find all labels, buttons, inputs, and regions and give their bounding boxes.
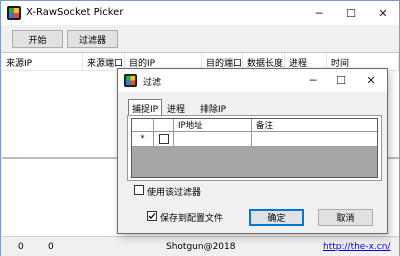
filter-dialog: 过滤 ─ ☐ ✕ 捕捉IP 进程 排除IP IP地址 备注 * 使用该过滤器 保… (117, 68, 388, 234)
app-icon (7, 6, 21, 20)
grid-header-ip[interactable]: IP地址 (174, 119, 252, 131)
new-row-marker: * (132, 132, 154, 146)
grid-row-check-cell (154, 132, 174, 146)
maximize-icon[interactable]: ☐ (335, 1, 367, 25)
minimize-icon[interactable]: ─ (303, 1, 335, 25)
use-filter-label[interactable]: 使用该过滤器 (147, 185, 201, 198)
status-count-1: 0 (18, 242, 24, 252)
dialog-title: 过滤 (143, 78, 162, 88)
dialog-app-icon (124, 74, 137, 87)
grid-new-row[interactable]: * (132, 132, 377, 147)
main-titlebar[interactable]: X-RawSocket Picker ─ ☐ ✕ (1, 1, 399, 25)
start-button[interactable]: 开始 (12, 30, 63, 48)
tab-process[interactable]: 进程 (164, 101, 188, 116)
dialog-titlebar[interactable]: 过滤 ─ ☐ ✕ (118, 69, 387, 92)
credit-text: Shotgun@2018 (166, 242, 236, 252)
column-source-ip[interactable]: 来源IP (2, 53, 83, 71)
grid-header-rowmarker (132, 119, 154, 131)
close-icon[interactable]: ✕ (367, 1, 399, 25)
grid-header-check[interactable] (154, 119, 174, 131)
dialog-close-icon[interactable]: ✕ (357, 69, 385, 92)
ip-grid-header: IP地址 备注 (132, 119, 377, 132)
dialog-maximize-icon[interactable]: ☐ (327, 69, 355, 92)
status-count-2: 0 (48, 242, 54, 252)
save-config-label[interactable]: 保存到配置文件 (160, 211, 223, 224)
website-link[interactable]: http://the-x.cn/ (323, 242, 390, 252)
grid-ip-cell[interactable] (174, 132, 252, 146)
status-bar: 0 0 Shotgun@2018 http://the-x.cn/ (1, 239, 399, 256)
grid-header-note[interactable]: 备注 (252, 119, 377, 131)
grid-row-checkbox[interactable] (158, 134, 169, 144)
tab-exclude-ip[interactable]: 排除IP (197, 101, 229, 116)
grid-note-cell[interactable] (252, 132, 377, 146)
save-config-checkbox[interactable] (147, 211, 157, 221)
checkmark-icon (148, 213, 156, 219)
filter-button[interactable]: 过滤器 (67, 30, 118, 48)
use-filter-checkbox[interactable] (134, 185, 144, 195)
ip-grid[interactable]: IP地址 备注 * (131, 118, 378, 178)
cancel-button[interactable]: 取消 (318, 209, 373, 226)
ok-button[interactable]: 确定 (249, 209, 304, 226)
window-title: X-RawSocket Picker (26, 7, 124, 18)
tab-capture-ip[interactable]: 捕捉IP (128, 99, 163, 116)
tab-panel: IP地址 备注 * (127, 115, 382, 181)
dialog-minimize-icon[interactable]: ─ (299, 69, 327, 92)
